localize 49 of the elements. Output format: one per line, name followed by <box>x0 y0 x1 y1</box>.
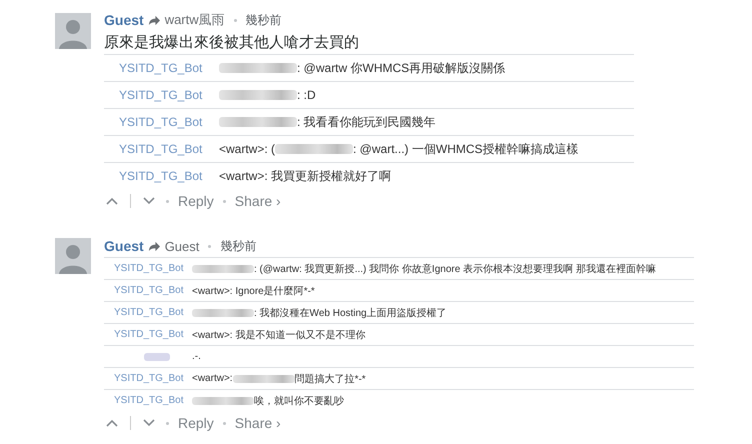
message-text: : :D <box>297 88 316 102</box>
bot-name: YSITD_TG_Bot <box>113 329 184 340</box>
message-text: : @wart...) 一個WHMCS授權幹嘛搞成這樣 <box>353 140 579 158</box>
message-text: : (@wartw: 我買更新授...) 我問你 你故意Ignore 表示你根本沒想要理我啊 那我還在裡面幹嘛 <box>254 262 656 276</box>
timestamp[interactable]: 幾秒前 <box>246 12 282 28</box>
bot-name: YSITD_TG_Bot <box>118 142 204 156</box>
action-link[interactable]: Share › <box>234 193 281 209</box>
message-text: <wartw>: 我買更新授權就好了啊 <box>219 168 392 184</box>
reply-arrow-icon <box>148 240 161 252</box>
bot-name: YSITD_TG_Bot <box>118 115 204 129</box>
message-text: : 我看看你能玩到民國幾年 <box>297 114 436 130</box>
redacted-blur <box>192 308 254 316</box>
downvote-icon[interactable] <box>143 197 155 205</box>
timestamp[interactable]: 幾秒前 <box>220 238 256 254</box>
avatar-icon <box>55 238 91 274</box>
message-text: <wartw>: ( <box>219 142 276 156</box>
message-text: 問題搞大了拉*-* <box>294 372 366 386</box>
upvote-icon[interactable] <box>106 419 118 427</box>
redacted-blur <box>144 352 170 360</box>
reply-to-name[interactable]: Guest <box>164 238 200 254</box>
bot-name: YSITD_TG_Bot <box>118 61 204 75</box>
bot-name: YSITD_TG_Bot <box>113 263 184 274</box>
reply-arrow-icon <box>148 14 161 26</box>
action-link[interactable]: Reply <box>178 193 214 209</box>
bot-name: YSITD_TG_Bot <box>113 307 184 318</box>
author-name[interactable]: Guest <box>104 12 144 28</box>
message-text: 唉，就叫你不要亂吵 <box>254 394 344 408</box>
action-link[interactable]: Reply <box>178 415 214 431</box>
bot-name: YSITD_TG_Bot <box>118 88 204 102</box>
message-text: : 我都沒種在Web Hosting上面用盜版授權了 <box>254 306 447 320</box>
message-text: <wartw>: Ignore是什麼阿*-* <box>192 284 315 298</box>
reply-to-name[interactable]: wartw風雨 <box>164 11 225 29</box>
message-text: <wartw>: <box>192 373 233 384</box>
message-text: : @wartw 你WHMCS再用破解版沒關係 <box>297 60 506 76</box>
message-text: .-. <box>192 351 201 362</box>
downvote-icon[interactable] <box>143 419 155 427</box>
bot-name: YSITD_TG_Bot <box>113 395 184 406</box>
bot-name: YSITD_TG_Bot <box>113 373 184 384</box>
action-link[interactable]: Share › <box>234 415 281 431</box>
comment-text: 原來是我爆出來後被其他人嗆才去買的 <box>104 30 634 55</box>
upvote-icon[interactable] <box>106 197 118 205</box>
bot-name: YSITD_TG_Bot <box>118 169 204 183</box>
redacted-blur <box>232 374 295 382</box>
redacted-blur <box>192 264 254 272</box>
message-text: <wartw>: 我是不知道一似又不是不理你 <box>192 328 366 342</box>
bot-name: YSITD_TG_Bot <box>113 285 184 296</box>
redacted-blur <box>192 396 254 404</box>
author-name[interactable]: Guest <box>104 238 144 254</box>
avatar-icon <box>55 13 91 49</box>
